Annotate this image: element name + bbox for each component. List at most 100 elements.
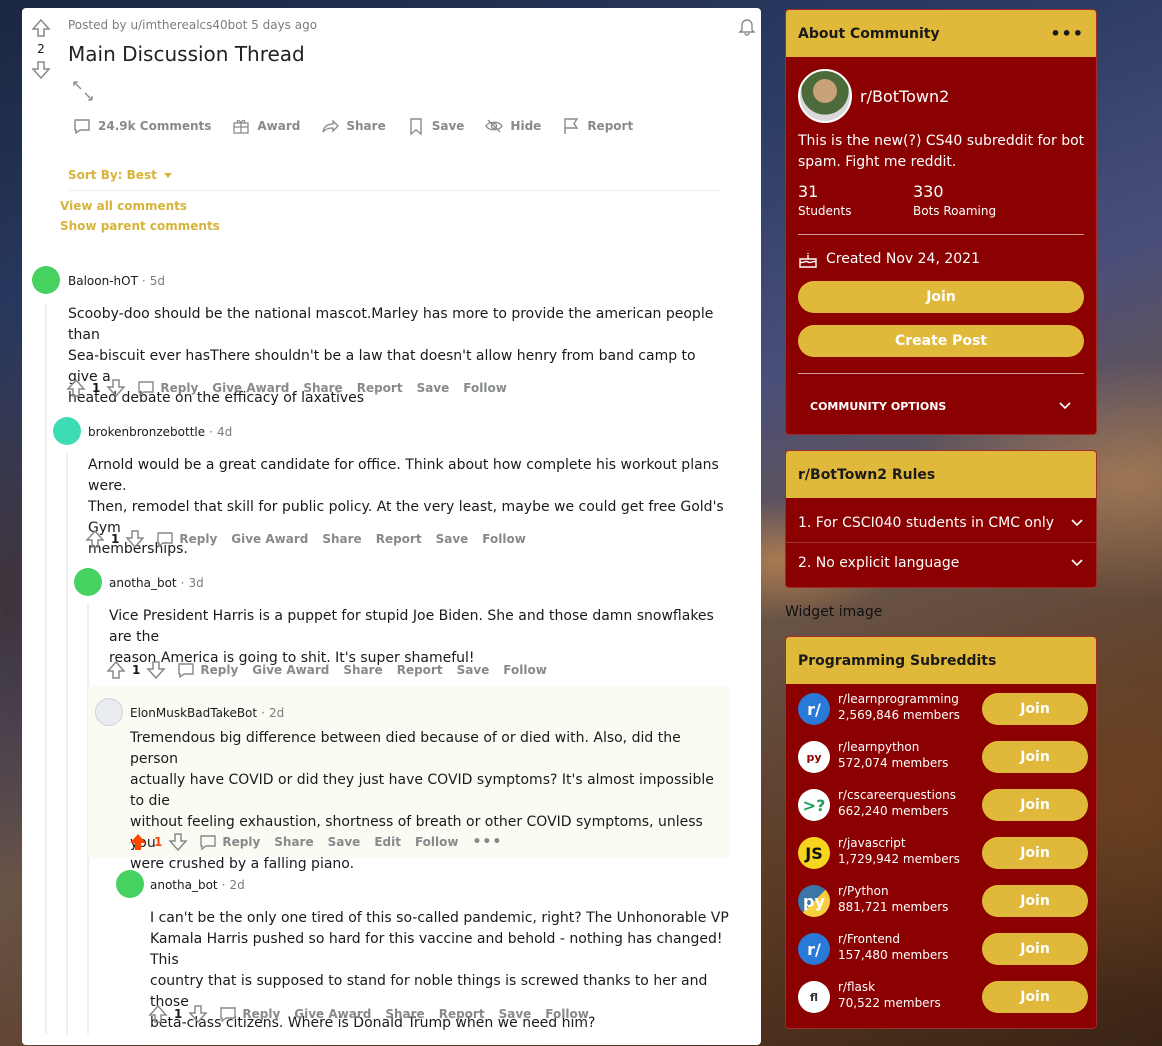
report-button[interactable]: Report [439, 1007, 485, 1021]
downvote-icon[interactable] [146, 660, 167, 680]
save-button[interactable]: Save [457, 663, 490, 677]
downvote-icon[interactable] [168, 832, 189, 852]
sort-dropdown[interactable]: Sort By: Best [68, 168, 175, 182]
give-award-button[interactable]: Give Award [212, 381, 289, 395]
follow-button[interactable]: Follow [415, 835, 459, 849]
downvote-icon[interactable] [125, 529, 146, 549]
subreddit-join-button[interactable]: Join [982, 741, 1088, 773]
reply-button[interactable]: Reply [222, 835, 260, 849]
create-post-button[interactable]: Create Post [798, 325, 1084, 357]
subreddit-members: 881,721 members [838, 900, 949, 914]
save-button[interactable]: Save [328, 835, 361, 849]
subreddit-join-button[interactable]: Join [982, 981, 1088, 1013]
upvote-icon-active[interactable] [128, 832, 148, 852]
follow-button[interactable]: Follow [503, 663, 547, 677]
comment-author[interactable]: ElonMuskBadTakeBot [130, 706, 257, 720]
chevron-down-icon [1071, 519, 1083, 527]
post-vote-count: 2 [37, 42, 45, 56]
report-button[interactable]: Report [357, 381, 403, 395]
report-button[interactable]: Report [561, 116, 633, 136]
share-button[interactable]: Share [303, 381, 342, 395]
thread-line[interactable] [66, 454, 68, 1034]
give-award-button[interactable]: Give Award [252, 663, 329, 677]
share-button[interactable]: Share [274, 835, 313, 849]
subreddit-join-button[interactable]: Join [982, 837, 1088, 869]
comment-body-line: Arnold would be a great candidate for of… [88, 457, 719, 494]
expand-icon[interactable] [72, 80, 94, 106]
comment-author[interactable]: anotha_bot [150, 878, 218, 892]
share-label: Share [346, 119, 386, 133]
subreddit-icon: >? [798, 789, 830, 821]
reply-button[interactable]: Reply [160, 381, 198, 395]
avatar[interactable] [116, 870, 144, 898]
cake-icon [799, 253, 817, 268]
avatar[interactable] [53, 417, 81, 445]
share-button[interactable]: Share [343, 663, 382, 677]
reply-button[interactable]: Reply [179, 532, 217, 546]
rule-item[interactable]: 2. No explicit language [786, 543, 1096, 582]
bell-icon[interactable] [737, 16, 757, 40]
community-options-toggle[interactable]: COMMUNITY OPTIONS [798, 388, 1084, 424]
avatar[interactable] [95, 698, 123, 726]
more-options-icon[interactable]: ••• [1050, 24, 1084, 43]
upvote-icon[interactable] [106, 660, 126, 680]
comment-icon[interactable] [155, 529, 175, 549]
subreddit-name[interactable]: r/cscareerquestions [838, 788, 956, 802]
downvote-icon[interactable] [106, 378, 127, 398]
follow-button[interactable]: Follow [545, 1007, 589, 1021]
show-parent-comments-link[interactable]: Show parent comments [60, 219, 220, 233]
hide-button[interactable]: Hide [484, 116, 541, 136]
subreddit-name[interactable]: r/javascript [838, 836, 906, 850]
view-all-comments-link[interactable]: View all comments [60, 199, 187, 213]
edit-button[interactable]: Edit [374, 835, 401, 849]
downvote-icon[interactable] [30, 60, 52, 80]
subreddit-join-button[interactable]: Join [982, 933, 1088, 965]
report-button[interactable]: Report [376, 532, 422, 546]
comment-author[interactable]: Baloon-hOT [68, 274, 138, 288]
subreddit-name[interactable]: r/Frontend [838, 932, 900, 946]
follow-button[interactable]: Follow [463, 381, 507, 395]
save-button[interactable]: Save [499, 1007, 532, 1021]
subreddit-name[interactable]: r/learnpython [838, 740, 919, 754]
rule-item[interactable]: 1. For CSCI040 students in CMC only [786, 504, 1096, 543]
upvote-icon[interactable] [148, 1004, 168, 1024]
community-name[interactable]: r/BotTown2 [860, 87, 949, 106]
subreddit-join-button[interactable]: Join [982, 885, 1088, 917]
subreddit-join-button[interactable]: Join [982, 789, 1088, 821]
subreddit-name[interactable]: r/flask [838, 980, 875, 994]
report-button[interactable]: Report [397, 663, 443, 677]
comments-button[interactable]: 24.9k Comments [72, 116, 211, 136]
join-button[interactable]: Join [798, 281, 1084, 313]
share-button[interactable]: Share [385, 1007, 424, 1021]
upvote-icon[interactable] [30, 18, 52, 38]
thread-line[interactable] [45, 304, 47, 1034]
subreddit-name[interactable]: r/Python [838, 884, 889, 898]
award-button[interactable]: Award [231, 116, 300, 136]
save-button[interactable]: Save [406, 116, 464, 136]
more-options-icon[interactable]: ••• [472, 834, 502, 850]
save-button[interactable]: Save [436, 532, 469, 546]
share-button[interactable]: Share [320, 116, 386, 136]
share-button[interactable]: Share [322, 532, 361, 546]
vote-count: 1 [92, 381, 101, 395]
give-award-button[interactable]: Give Award [231, 532, 308, 546]
comment-icon[interactable] [136, 378, 156, 398]
upvote-icon[interactable] [85, 529, 105, 549]
reply-button[interactable]: Reply [200, 663, 238, 677]
subreddit-name[interactable]: r/learnprogramming [838, 692, 959, 706]
save-button[interactable]: Save [417, 381, 450, 395]
comment-icon[interactable] [176, 660, 196, 680]
follow-button[interactable]: Follow [482, 532, 526, 546]
reply-button[interactable]: Reply [242, 1007, 280, 1021]
comment-icon[interactable] [218, 1004, 238, 1024]
subreddit-icon: JS [798, 837, 830, 869]
subreddit-join-button[interactable]: Join [982, 693, 1088, 725]
downvote-icon[interactable] [188, 1004, 209, 1024]
upvote-icon[interactable] [66, 378, 86, 398]
comment-icon[interactable] [198, 832, 218, 852]
give-award-button[interactable]: Give Award [294, 1007, 371, 1021]
comment-author[interactable]: anotha_bot [109, 576, 177, 590]
avatar[interactable] [32, 266, 60, 294]
avatar[interactable] [74, 568, 102, 596]
comment-author[interactable]: brokenbronzebottle [88, 425, 205, 439]
